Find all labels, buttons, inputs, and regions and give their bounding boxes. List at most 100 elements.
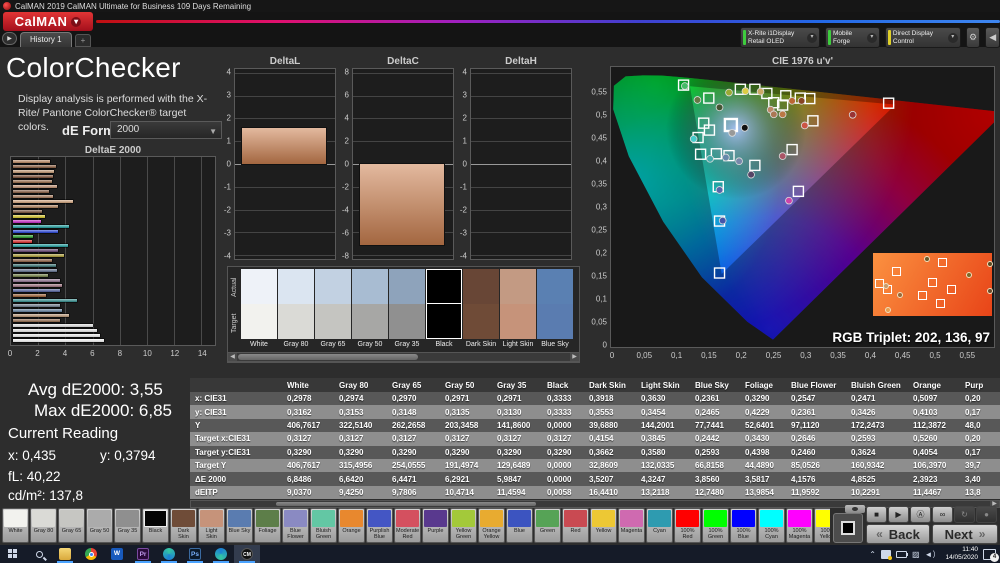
patch-orange-yellow[interactable]: Orange Yellow xyxy=(478,508,505,543)
patch-100--yellow[interactable]: 100% Yellow xyxy=(814,508,830,543)
de-formula-select[interactable]: 2000 ▼ xyxy=(110,121,222,139)
patch-orange[interactable]: Orange xyxy=(338,508,365,543)
patch-red[interactable]: Red xyxy=(562,508,589,543)
speaker-button[interactable]: ◀ xyxy=(985,27,1000,48)
swatch-gray-50[interactable]: Gray 50 xyxy=(352,269,388,348)
patch-purple[interactable]: Purple xyxy=(422,508,449,543)
title-bar: CalMAN 2019 CalMAN Ultimate for Business… xyxy=(0,0,1000,12)
start-button[interactable] xyxy=(0,545,26,563)
swatch-dark-skin[interactable]: Dark Skin xyxy=(463,269,499,348)
swatch-gray-80[interactable]: Gray 80 xyxy=(278,269,314,348)
calman-taskbar-button[interactable]: CM xyxy=(234,545,260,563)
play-button[interactable]: ▶ xyxy=(888,506,909,523)
patch-gray-50[interactable]: Gray 50 xyxy=(86,508,113,543)
stop-button[interactable]: ■ xyxy=(866,506,887,523)
target-point xyxy=(927,278,937,288)
patch-gray-80[interactable]: Gray 80 xyxy=(30,508,57,543)
edge-button[interactable] xyxy=(156,545,182,563)
table-cell: 5,9847 xyxy=(492,472,542,486)
measured-point xyxy=(715,186,724,194)
taskbar-clock[interactable]: 11:40 14/05/2020 xyxy=(945,546,978,562)
patch-100--cyan[interactable]: 100% Cyan xyxy=(758,508,785,543)
patch-black[interactable]: Black xyxy=(142,508,169,543)
pattern-source-button[interactable]: Mobile Forge ▾ xyxy=(825,27,880,48)
camera-button[interactable] xyxy=(845,505,865,513)
patch-blue-flower[interactable]: Blue Flower xyxy=(282,508,309,543)
autocal-button[interactable]: Ⓐ xyxy=(910,506,931,523)
patch-100--red[interactable]: 100% Red xyxy=(674,508,701,543)
patch-blue-sky[interactable]: Blue Sky xyxy=(226,508,253,543)
patch-yellow[interactable]: Yellow xyxy=(590,508,617,543)
y-tick-label: 4 xyxy=(344,113,349,123)
premiere-button[interactable]: Pr xyxy=(130,545,156,563)
table-cell: 10,2291 xyxy=(846,485,908,500)
patch-gray-65[interactable]: Gray 65 xyxy=(58,508,85,543)
deltae-chart xyxy=(10,156,216,346)
patch-magenta[interactable]: Magenta xyxy=(618,508,645,543)
rainbow-divider xyxy=(96,20,1000,23)
next-button[interactable]: Next » xyxy=(932,524,998,544)
patch-color xyxy=(480,510,503,527)
add-tab-button[interactable]: + xyxy=(75,34,91,47)
patch-moderate-red[interactable]: Moderate Red xyxy=(394,508,421,543)
chrome-button[interactable] xyxy=(78,545,104,563)
swatch-white[interactable]: White xyxy=(241,269,277,348)
photoshop-button[interactable]: Ps xyxy=(182,545,208,563)
record-button[interactable]: ● xyxy=(976,506,997,523)
swatch-scrollbar[interactable]: ◀ ▶ xyxy=(227,352,580,362)
patch-foliage[interactable]: Foliage xyxy=(254,508,281,543)
patch-100--green[interactable]: 100% Green xyxy=(702,508,729,543)
swatch-blue-sky[interactable]: Blue Sky xyxy=(537,269,573,348)
patch-blue[interactable]: Blue xyxy=(506,508,533,543)
patch-light-skin[interactable]: Light Skin xyxy=(198,508,225,543)
swatch-gray-35[interactable]: Gray 35 xyxy=(389,269,425,348)
scroll-right-icon[interactable]: ▶ xyxy=(570,353,579,361)
patch-label: Gray 35 xyxy=(117,528,138,534)
settings-button[interactable]: ⚙ xyxy=(965,27,981,48)
patch-gray-35[interactable]: Gray 35 xyxy=(114,508,141,543)
patch-white[interactable]: White xyxy=(2,508,29,543)
swatch-black[interactable]: Black xyxy=(426,269,462,348)
swatch-gray-65[interactable]: Gray 65 xyxy=(315,269,351,348)
display-control-button-label: Direct Display Control xyxy=(892,30,933,45)
patch-cyan[interactable]: Cyan xyxy=(646,508,673,543)
tab-nav-button[interactable]: ▶ xyxy=(2,32,17,45)
meter-button[interactable]: X-Rite i1Display Retail OLED ▾ xyxy=(740,27,820,48)
deltae-x-axis: 0 2 4 6 8 10 12 14 xyxy=(8,349,216,359)
patch-dark-skin[interactable]: Dark Skin xyxy=(170,508,197,543)
refresh-button[interactable]: ↻ xyxy=(954,506,975,523)
back-button[interactable]: « Back xyxy=(866,524,930,544)
time: 11:40 xyxy=(962,545,978,553)
patch-100--magenta[interactable]: 100% Magenta xyxy=(786,508,813,543)
network-icon[interactable]: ▨ xyxy=(912,550,920,559)
patch-purplish-blue[interactable]: Purplish Blue xyxy=(366,508,393,543)
patch-green[interactable]: Green xyxy=(534,508,561,543)
table-cell: 4,8525 xyxy=(846,472,908,486)
tab-history-1[interactable]: History 1 xyxy=(20,32,72,47)
file-explorer-button[interactable] xyxy=(52,545,78,563)
battery-icon[interactable] xyxy=(895,550,908,558)
patch-yellow-green[interactable]: Yellow Green xyxy=(450,508,477,543)
search-button[interactable] xyxy=(26,545,52,563)
scrollbar-thumb[interactable] xyxy=(238,354,418,360)
tray-chevron-icon[interactable]: ⌃ xyxy=(869,550,876,559)
scrollbar-thumb[interactable] xyxy=(276,502,536,506)
patch-100--blue[interactable]: 100% Blue xyxy=(730,508,757,543)
deltac-chart-title: DeltaC xyxy=(387,56,419,67)
scroll-left-icon[interactable]: ◀ xyxy=(228,353,237,361)
swatch-light-skin[interactable]: Light Skin xyxy=(500,269,536,348)
calman-menu-button[interactable]: CalMAN ▾ xyxy=(3,12,93,31)
patch-bluish-green[interactable]: Bluish Green xyxy=(310,508,337,543)
notification-icon[interactable]: 4 xyxy=(983,548,999,562)
table-cell: 0,3127 xyxy=(387,432,440,446)
edge-beta-button[interactable] xyxy=(208,545,234,563)
table-cell: 0,5260 xyxy=(908,432,960,446)
x-tick-label: 12 xyxy=(170,349,180,358)
pen-display-icon[interactable] xyxy=(880,549,892,560)
black-patch-button[interactable] xyxy=(833,513,863,543)
loop-button[interactable]: ∞ xyxy=(932,506,953,523)
display-control-button[interactable]: Direct Display Control ▾ xyxy=(884,27,961,48)
volume-icon[interactable]: ◄） xyxy=(925,549,941,560)
word-button[interactable]: W xyxy=(104,545,130,563)
deltae-bar xyxy=(13,179,52,183)
